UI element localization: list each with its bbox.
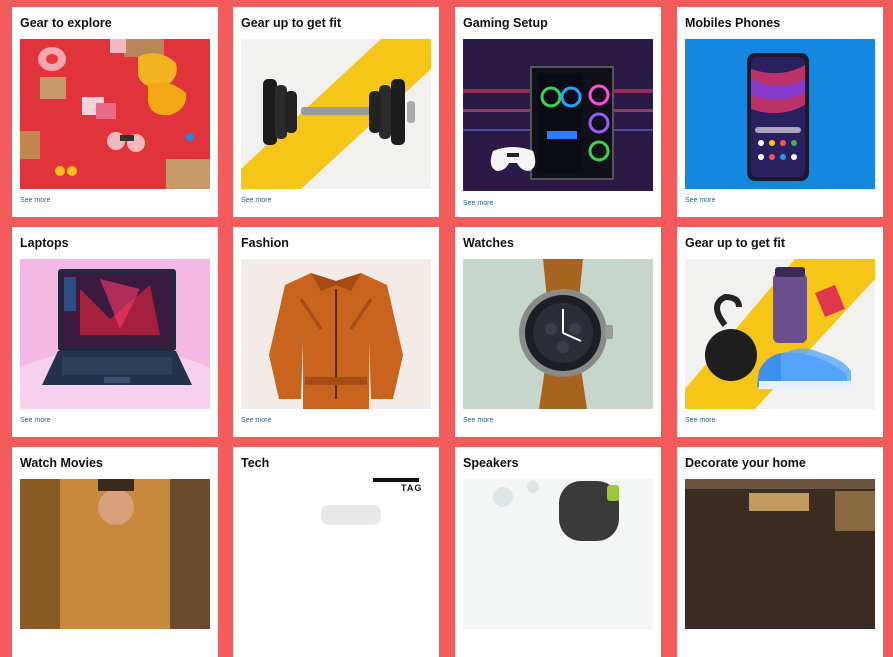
gaming-pc-image[interactable] bbox=[463, 39, 653, 191]
watch-image[interactable] bbox=[463, 259, 653, 409]
card-title: Gaming Setup bbox=[463, 16, 548, 30]
category-card-tech[interactable]: Tech TAG bbox=[233, 447, 439, 657]
dumbbell-image[interactable] bbox=[241, 39, 431, 189]
category-card-fashion[interactable]: Fashion See more bbox=[233, 227, 439, 437]
see-more-link[interactable]: See more bbox=[463, 417, 493, 424]
speaker-image[interactable] bbox=[463, 479, 653, 629]
tech-logo: TAG bbox=[401, 483, 423, 493]
category-card-gaming-setup[interactable]: Gaming Setup See more bbox=[455, 7, 661, 217]
card-title: Fashion bbox=[241, 236, 289, 250]
category-card-mobiles-phones[interactable]: Mobiles Phones See more bbox=[677, 7, 883, 217]
kettlebell-shoes-image[interactable] bbox=[685, 259, 875, 409]
see-more-link[interactable]: See more bbox=[20, 417, 50, 424]
category-card-speakers[interactable]: Speakers bbox=[455, 447, 661, 657]
category-card-gear-to-explore[interactable]: Gear to explore See more bbox=[12, 7, 218, 217]
card-title: Watches bbox=[463, 236, 514, 250]
card-title: Watch Movies bbox=[20, 456, 103, 470]
category-card-watch-movies[interactable]: Watch Movies bbox=[12, 447, 218, 657]
tech-logo-bar bbox=[373, 478, 419, 482]
card-title: Mobiles Phones bbox=[685, 16, 781, 30]
movie-image[interactable] bbox=[20, 479, 210, 629]
category-card-gear-up-to-get-fit[interactable]: Gear up to get fit See more bbox=[233, 7, 439, 217]
card-title: Gear up to get fit bbox=[685, 236, 785, 250]
see-more-link[interactable]: See more bbox=[685, 417, 715, 424]
gear-to-explore-image[interactable] bbox=[20, 39, 210, 189]
tech-image[interactable] bbox=[241, 479, 431, 629]
see-more-link[interactable]: See more bbox=[20, 197, 50, 204]
see-more-link[interactable]: See more bbox=[685, 197, 715, 204]
laptop-image[interactable] bbox=[20, 259, 210, 409]
home-decor-image[interactable] bbox=[685, 479, 875, 629]
see-more-link[interactable]: See more bbox=[463, 200, 493, 207]
card-title: Gear to explore bbox=[20, 16, 112, 30]
card-title: Speakers bbox=[463, 456, 519, 470]
card-title: Decorate your home bbox=[685, 456, 806, 470]
card-title: Tech bbox=[241, 456, 270, 470]
category-card-laptops[interactable]: Laptops See more bbox=[12, 227, 218, 437]
jacket-image[interactable] bbox=[241, 259, 431, 409]
category-card-watches[interactable]: Watches See more bbox=[455, 227, 661, 437]
card-title: Gear up to get fit bbox=[241, 16, 341, 30]
card-title: Laptops bbox=[20, 236, 69, 250]
see-more-link[interactable]: See more bbox=[241, 417, 271, 424]
see-more-link[interactable]: See more bbox=[241, 197, 271, 204]
category-card-decorate-your-home[interactable]: Decorate your home bbox=[677, 447, 883, 657]
category-card-gear-up-to-get-fit-2[interactable]: Gear up to get fit See more bbox=[677, 227, 883, 437]
smartphone-image[interactable] bbox=[685, 39, 875, 189]
